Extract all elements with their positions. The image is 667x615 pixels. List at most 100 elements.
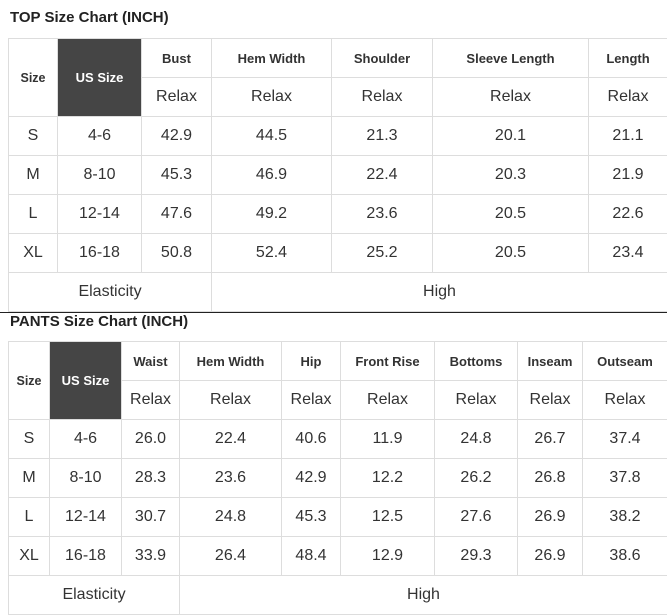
- value-cell: 37.8: [583, 459, 667, 498]
- column-header-length: Length: [589, 39, 667, 78]
- elasticity-label: Elasticity: [9, 273, 212, 312]
- column-header-inseam: Inseam: [518, 342, 583, 381]
- value-cell: 47.6: [142, 195, 212, 234]
- size-header: Size: [9, 39, 58, 117]
- column-header-sleeve-length: Sleeve Length: [433, 39, 589, 78]
- value-cell: 38.2: [583, 498, 667, 537]
- us-size-cell: 4-6: [50, 420, 122, 459]
- us-size-cell: 12-14: [58, 195, 142, 234]
- value-cell: 49.2: [212, 195, 332, 234]
- fit-cell: Relax: [142, 78, 212, 117]
- value-cell: 25.2: [332, 234, 433, 273]
- elasticity-value: High: [212, 273, 667, 312]
- fit-cell: Relax: [433, 78, 589, 117]
- value-cell: 26.0: [122, 420, 180, 459]
- table-row: L 12-14 47.6 49.2 23.6 20.5 22.6: [9, 195, 667, 234]
- size-cell: S: [9, 117, 58, 156]
- value-cell: 20.5: [433, 195, 589, 234]
- fit-cell: Relax: [282, 381, 341, 420]
- value-cell: 40.6: [282, 420, 341, 459]
- value-cell: 46.9: [212, 156, 332, 195]
- pants-size-table: Size US Size Waist Hem Width Hip Front R…: [8, 341, 667, 615]
- table-row: S 4-6 42.9 44.5 21.3 20.1 21.1: [9, 117, 667, 156]
- value-cell: 20.3: [433, 156, 589, 195]
- top-size-table: Size US Size Bust Hem Width Shoulder Sle…: [8, 38, 667, 312]
- column-header-bust: Bust: [142, 39, 212, 78]
- value-cell: 23.6: [180, 459, 282, 498]
- elasticity-row: Elasticity High: [9, 576, 667, 615]
- elasticity-row: Elasticity High: [9, 273, 667, 312]
- value-cell: 52.4: [212, 234, 332, 273]
- value-cell: 11.9: [341, 420, 435, 459]
- value-cell: 37.4: [583, 420, 667, 459]
- size-cell: S: [9, 420, 50, 459]
- value-cell: 45.3: [282, 498, 341, 537]
- top-size-chart-title: TOP Size Chart (INCH): [10, 9, 169, 26]
- value-cell: 21.3: [332, 117, 433, 156]
- us-size-cell: 16-18: [58, 234, 142, 273]
- value-cell: 33.9: [122, 537, 180, 576]
- fit-cell: Relax: [122, 381, 180, 420]
- size-cell: M: [9, 459, 50, 498]
- value-cell: 27.6: [435, 498, 518, 537]
- table-row: M 8-10 28.3 23.6 42.9 12.2 26.2 26.8 37.…: [9, 459, 667, 498]
- column-header-outseam: Outseam: [583, 342, 667, 381]
- table-row: S 4-6 26.0 22.4 40.6 11.9 24.8 26.7 37.4: [9, 420, 667, 459]
- us-size-cell: 16-18: [50, 537, 122, 576]
- size-cell: XL: [9, 537, 50, 576]
- value-cell: 23.4: [589, 234, 667, 273]
- value-cell: 26.4: [180, 537, 282, 576]
- elasticity-label: Elasticity: [9, 576, 180, 615]
- value-cell: 42.9: [142, 117, 212, 156]
- value-cell: 48.4: [282, 537, 341, 576]
- size-cell: M: [9, 156, 58, 195]
- value-cell: 42.9: [282, 459, 341, 498]
- value-cell: 26.2: [435, 459, 518, 498]
- value-cell: 26.8: [518, 459, 583, 498]
- value-cell: 26.7: [518, 420, 583, 459]
- value-cell: 12.2: [341, 459, 435, 498]
- fit-cell: Relax: [341, 381, 435, 420]
- value-cell: 24.8: [180, 498, 282, 537]
- us-size-header: US Size: [50, 342, 122, 420]
- fit-cell: Relax: [583, 381, 667, 420]
- value-cell: 20.1: [433, 117, 589, 156]
- column-header-hip: Hip: [282, 342, 341, 381]
- us-size-cell: 8-10: [50, 459, 122, 498]
- value-cell: 24.8: [435, 420, 518, 459]
- value-cell: 38.6: [583, 537, 667, 576]
- column-header-front-rise: Front Rise: [341, 342, 435, 381]
- size-cell: XL: [9, 234, 58, 273]
- value-cell: 12.9: [341, 537, 435, 576]
- column-header-bottoms: Bottoms: [435, 342, 518, 381]
- value-cell: 21.9: [589, 156, 667, 195]
- value-cell: 30.7: [122, 498, 180, 537]
- value-cell: 29.3: [435, 537, 518, 576]
- value-cell: 23.6: [332, 195, 433, 234]
- value-cell: 50.8: [142, 234, 212, 273]
- column-header-hem-width: Hem Width: [212, 39, 332, 78]
- value-cell: 26.9: [518, 498, 583, 537]
- column-header-shoulder: Shoulder: [332, 39, 433, 78]
- value-cell: 28.3: [122, 459, 180, 498]
- value-cell: 21.1: [589, 117, 667, 156]
- us-size-cell: 4-6: [58, 117, 142, 156]
- size-header: Size: [9, 342, 50, 420]
- value-cell: 44.5: [212, 117, 332, 156]
- value-cell: 12.5: [341, 498, 435, 537]
- pants-size-chart-title: PANTS Size Chart (INCH): [10, 313, 188, 330]
- fit-cell: Relax: [518, 381, 583, 420]
- column-header-hem-width: Hem Width: [180, 342, 282, 381]
- us-size-cell: 8-10: [58, 156, 142, 195]
- column-header-waist: Waist: [122, 342, 180, 381]
- value-cell: 20.5: [433, 234, 589, 273]
- value-cell: 22.6: [589, 195, 667, 234]
- us-size-header: US Size: [58, 39, 142, 117]
- size-cell: L: [9, 195, 58, 234]
- us-size-cell: 12-14: [50, 498, 122, 537]
- fit-cell: Relax: [180, 381, 282, 420]
- table-row: M 8-10 45.3 46.9 22.4 20.3 21.9: [9, 156, 667, 195]
- fit-cell: Relax: [332, 78, 433, 117]
- table-row: XL 16-18 50.8 52.4 25.2 20.5 23.4: [9, 234, 667, 273]
- pants-header-row: Size US Size Waist Hem Width Hip Front R…: [9, 342, 667, 381]
